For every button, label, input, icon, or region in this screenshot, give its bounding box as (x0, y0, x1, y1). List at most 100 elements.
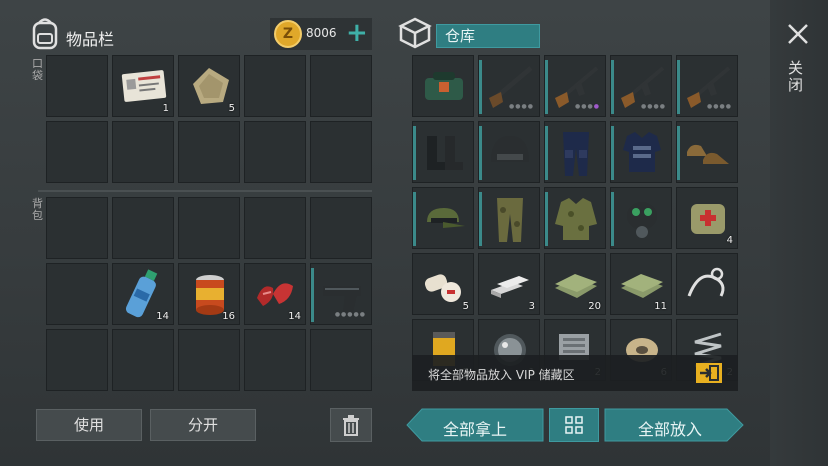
backpack-slot[interactable] (244, 197, 306, 259)
item-quantity: 11 (654, 301, 667, 312)
pocket-slot[interactable] (178, 121, 240, 183)
backpack-slot[interactable] (46, 263, 108, 325)
storage-slot[interactable]: ●●●● (544, 55, 606, 117)
storage-slot[interactable] (412, 121, 474, 183)
armored-pants-icon (563, 132, 589, 176)
close-button[interactable]: 关闭 (780, 18, 816, 98)
shoes-icon (687, 144, 729, 164)
storage-slot[interactable] (412, 187, 474, 249)
close-icon (788, 24, 808, 44)
pocket-slot[interactable] (46, 55, 108, 117)
backpack-label: 背包 (32, 197, 43, 222)
camo-pants-icon (497, 198, 523, 242)
storage-slot[interactable]: ●●●● (478, 55, 540, 117)
storage-box-icon (398, 16, 432, 50)
pocket-slot[interactable]: 1 (112, 55, 174, 117)
durability-dots: ●●●● (641, 103, 666, 110)
item-quantity: 1 (162, 103, 169, 114)
storage-title-text: 仓库 (445, 27, 476, 45)
backpack-slot[interactable] (112, 197, 174, 259)
vip-storage-bar[interactable]: 将全部物品放入 VIP 储藏区 (412, 355, 738, 391)
storage-slot[interactable]: 4 (676, 187, 738, 249)
item-quantity: 4 (726, 235, 733, 246)
pocket-label: 口袋 (32, 57, 43, 82)
boots-icon (427, 136, 463, 170)
durability-dots: ●●●● (509, 103, 534, 110)
grid-icon (565, 416, 583, 434)
item-quantity: 5 (228, 103, 235, 114)
pocket-slot[interactable] (310, 121, 372, 183)
split-button[interactable]: 分开 (150, 409, 256, 441)
storage-slot[interactable] (610, 187, 672, 249)
backpack-slot[interactable]: ●●●●● (310, 263, 372, 325)
backpack-slot[interactable] (112, 329, 174, 391)
storage-grid: ●●●● ●●●● ●●●● ●●●● 4 5 3 20 11 (412, 55, 738, 395)
backpack-slot[interactable] (244, 329, 306, 391)
backpack-slot[interactable] (178, 329, 240, 391)
pocket-slot[interactable]: 5 (178, 55, 240, 117)
storage-slot[interactable] (544, 121, 606, 183)
storage-slot[interactable]: 5 (412, 253, 474, 315)
wire-parts-icon (687, 267, 725, 297)
storage-title: 仓库 (436, 24, 540, 48)
durability-dots: ●●●● (707, 103, 732, 110)
backpack-slot[interactable]: 16 (178, 263, 240, 325)
storage-slot[interactable]: 20 (544, 253, 606, 315)
section-divider (38, 190, 372, 192)
helmet-icon (491, 136, 529, 162)
put-all-button[interactable]: 全部放入 (604, 408, 744, 442)
storage-slot[interactable] (676, 253, 738, 315)
pocket-slot[interactable] (310, 55, 372, 117)
backpack-slot[interactable] (46, 197, 108, 259)
storage-slot[interactable]: ●●●● (676, 55, 738, 117)
trash-button[interactable] (330, 408, 372, 442)
camo-jacket-icon (555, 198, 597, 240)
close-label: 关闭 (788, 59, 804, 94)
add-currency-button[interactable]: + (346, 19, 368, 47)
storage-slot[interactable]: 3 (478, 253, 540, 315)
storage-slot[interactable] (412, 55, 474, 117)
currency-display: Z 8006 + (270, 18, 372, 50)
cap-icon (427, 208, 465, 228)
gas-mask-icon (627, 202, 657, 238)
item-quantity: 5 (462, 301, 469, 312)
pocket-slot[interactable] (112, 121, 174, 183)
put-all-label: 全部放入 (637, 420, 702, 439)
backpack-slot[interactable]: 14 (244, 263, 306, 325)
pocket-slot[interactable] (244, 121, 306, 183)
grid-view-button[interactable] (549, 408, 599, 442)
storage-slot[interactable] (478, 187, 540, 249)
backpack-slot[interactable] (178, 197, 240, 259)
storage-slot[interactable]: ●●●● (610, 55, 672, 117)
vip-storage-notice: 将全部物品放入 VIP 储藏区 (428, 368, 575, 382)
item-quantity: 20 (588, 301, 601, 312)
backpack-slot[interactable] (310, 197, 372, 259)
armored-vest-icon (623, 132, 661, 172)
backpack-slot[interactable] (310, 329, 372, 391)
backpack-icon (30, 16, 60, 50)
storage-slot[interactable] (544, 187, 606, 249)
backpack-slot[interactable]: 14 (112, 263, 174, 325)
medkit-bag-icon (425, 72, 463, 100)
item-quantity: 14 (288, 311, 301, 322)
storage-slot[interactable] (610, 121, 672, 183)
storage-slot[interactable]: 11 (610, 253, 672, 315)
item-quantity: 14 (156, 311, 169, 322)
pocket-slot[interactable] (46, 121, 108, 183)
use-button[interactable]: 使用 (36, 409, 142, 441)
pocket-slot[interactable] (244, 55, 306, 117)
currency-amount: 8006 (306, 26, 337, 40)
durability-dots: ●●●●● (334, 311, 366, 318)
storage-slot[interactable] (478, 121, 540, 183)
vip-transfer-icon[interactable] (696, 363, 722, 383)
storage-slot[interactable] (676, 121, 738, 183)
take-all-label: 全部拿上 (442, 420, 507, 439)
durability-dots: ●●●● (575, 103, 600, 110)
inventory-title: 物品栏 (66, 30, 115, 49)
item-quantity: 16 (222, 311, 235, 322)
pocket-grid: 1 5 (46, 55, 372, 183)
take-all-button[interactable]: 全部拿上 (406, 408, 544, 442)
backpack-slot[interactable] (46, 329, 108, 391)
item-quantity: 3 (528, 301, 535, 312)
trash-icon (343, 415, 359, 436)
